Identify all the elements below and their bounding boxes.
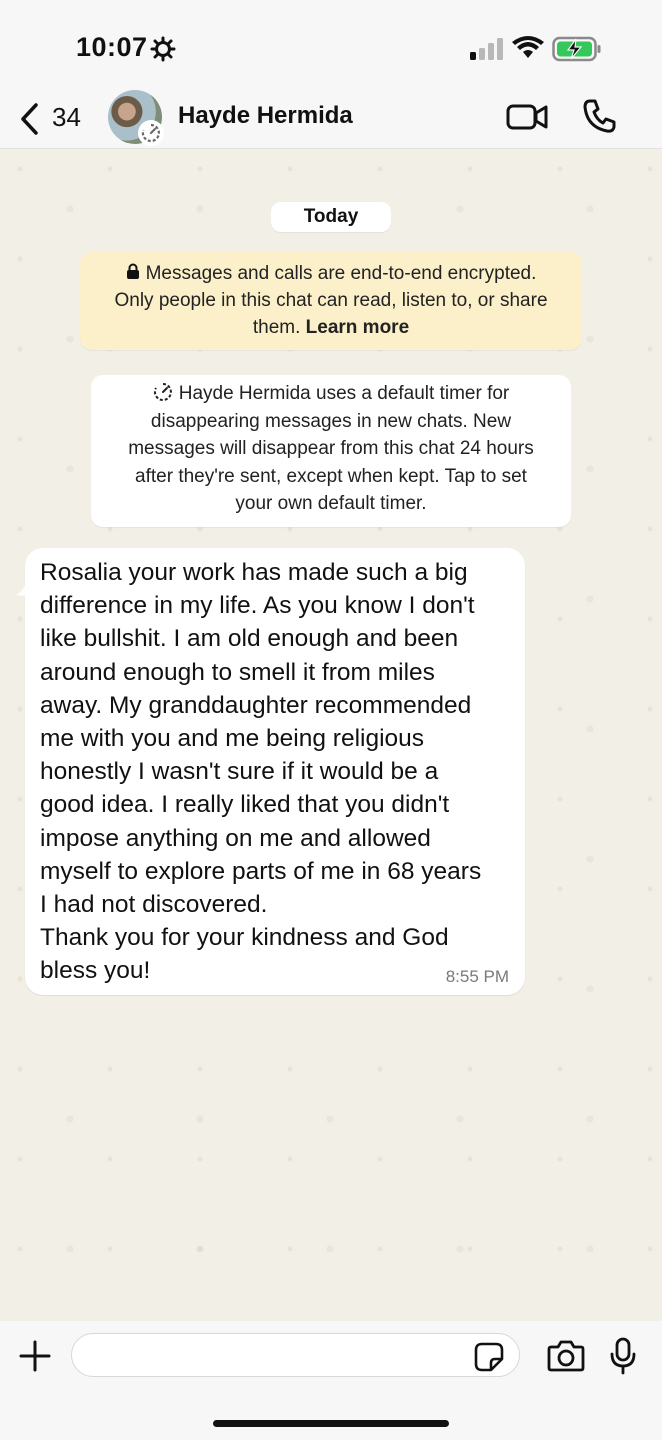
encryption-notice-line-1: Messages and calls are end-to-end encryp… xyxy=(80,260,582,287)
cellular-signal-icon xyxy=(470,38,503,60)
lock-icon xyxy=(126,263,139,279)
settings-gear-icon xyxy=(150,36,176,62)
timer-notice-line-5: your own default timer. xyxy=(235,493,427,514)
timer-notice-line-1: Hayde Hermida uses a default timer for xyxy=(91,380,571,408)
timer-notice-line-3: messages will disappear from this chat 2… xyxy=(128,438,534,459)
phone-call-icon[interactable] xyxy=(582,98,616,134)
learn-more-link[interactable]: Learn more xyxy=(306,317,409,338)
date-separator: Today xyxy=(271,202,391,232)
incoming-message-bubble[interactable]: Rosalia your work has made such a big di… xyxy=(25,548,525,995)
disappearing-messages-notice[interactable]: Hayde Hermida uses a default timer for d… xyxy=(91,375,571,527)
battery-charging-icon xyxy=(552,36,601,62)
chat-area[interactable]: Today Messages and calls are end-to-end … xyxy=(0,149,662,1321)
encryption-notice[interactable]: Messages and calls are end-to-end encryp… xyxy=(80,252,582,350)
contact-name[interactable]: Hayde Hermida xyxy=(178,102,353,130)
timer-notice-line-4: after they're sent, except when kept. Ta… xyxy=(135,465,527,487)
encryption-notice-line-2: Only people in this chat can read, liste… xyxy=(114,290,548,311)
video-call-icon[interactable] xyxy=(506,100,548,134)
plus-icon[interactable] xyxy=(18,1339,52,1373)
timer-icon xyxy=(153,383,172,401)
composer-bar xyxy=(0,1321,662,1440)
timer-notice-line-2: disappearing messages in new chats. New xyxy=(150,410,512,432)
encryption-notice-line-3: them. Learn more xyxy=(252,317,410,338)
message-input[interactable] xyxy=(71,1333,520,1377)
camera-icon[interactable] xyxy=(547,1340,585,1372)
status-bar: 10:07 xyxy=(0,0,662,92)
back-chevron-icon[interactable] xyxy=(18,102,40,136)
chat-header: 34 Hayde Hermida xyxy=(0,90,662,149)
message-text: Rosalia your work has made such a big di… xyxy=(40,559,482,985)
home-indicator xyxy=(213,1420,449,1427)
message-timestamp: 8:55 PM xyxy=(445,967,509,986)
microphone-icon[interactable] xyxy=(609,1337,637,1375)
status-time: 10:07 xyxy=(76,32,148,62)
unread-count[interactable]: 34 xyxy=(52,102,81,133)
wifi-icon xyxy=(512,36,544,58)
disappearing-timer-icon xyxy=(138,120,164,146)
sticker-icon[interactable] xyxy=(474,1342,504,1372)
